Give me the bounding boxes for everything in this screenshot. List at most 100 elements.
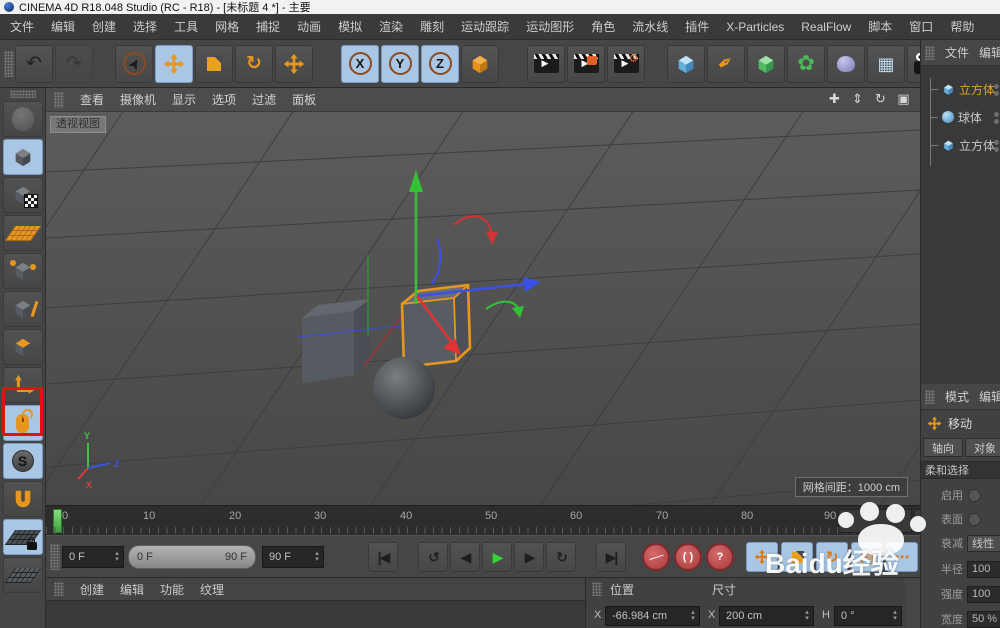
vp-menu-filter[interactable]: 过滤	[252, 91, 276, 108]
menu-create[interactable]: 创建	[92, 18, 116, 35]
vp-menu-options[interactable]: 选项	[212, 91, 236, 108]
falloff-dropdown[interactable]: 线性	[967, 535, 1000, 552]
enable-checkbox[interactable]	[968, 489, 981, 502]
material-grip[interactable]	[54, 582, 64, 596]
add-mograph-button[interactable]: ✿	[787, 45, 825, 83]
frame-range-slider[interactable]: 0 F 90 F	[128, 545, 256, 569]
last-tool-button[interactable]	[275, 45, 313, 83]
live-selection-button[interactable]: ➤	[115, 45, 153, 83]
dolly-view-icon[interactable]: ⇕	[849, 90, 866, 107]
add-primitive-button[interactable]	[667, 45, 705, 83]
om-menu-file[interactable]: 文件	[945, 44, 969, 61]
menu-tools[interactable]: 工具	[174, 18, 198, 35]
edge-mode-button[interactable]	[3, 291, 43, 327]
mat-menu-create[interactable]: 创建	[80, 581, 104, 598]
enable-snap-button[interactable]	[3, 481, 43, 517]
end-frame-field[interactable]: 90 F	[262, 546, 324, 568]
key-rotation-button[interactable]: ↻	[816, 542, 848, 572]
menu-edit[interactable]: 编辑	[51, 18, 75, 35]
end-frame-spinner[interactable]	[311, 547, 323, 567]
menu-xparticles[interactable]: X-Particles	[726, 20, 784, 34]
rotate-tool-button[interactable]: ↻	[235, 45, 273, 83]
add-deformer-button[interactable]	[827, 45, 865, 83]
menu-mesh[interactable]: 网格	[215, 18, 239, 35]
om-menu-edit[interactable]: 编辑	[979, 44, 1000, 61]
surface-checkbox[interactable]	[968, 513, 981, 526]
toggle-view-icon[interactable]: ▣	[895, 90, 912, 107]
scale-tool-button[interactable]	[195, 45, 233, 83]
soft-selection-section[interactable]: 柔和选择	[921, 461, 1000, 479]
vp-menu-display[interactable]: 显示	[172, 91, 196, 108]
radius-field[interactable]: 100	[967, 561, 1000, 578]
key-scale-button[interactable]	[781, 542, 813, 572]
transport-grip[interactable]	[50, 544, 60, 570]
key-parameter-button[interactable]: ▤	[851, 542, 883, 572]
mat-menu-texture[interactable]: 纹理	[200, 581, 224, 598]
add-floor-button[interactable]: ▦	[867, 45, 905, 83]
render-picture-viewer-button[interactable]	[567, 45, 605, 83]
play-button[interactable]: ▶	[482, 542, 512, 572]
viewport-grip[interactable]	[54, 92, 64, 108]
menu-script[interactable]: 脚本	[868, 18, 892, 35]
am-menu-mode[interactable]: 模式	[945, 388, 969, 405]
play-backwards-button[interactable]: ↺	[418, 542, 448, 572]
width-field[interactable]: 50 %	[967, 611, 1000, 628]
undo-button[interactable]: ↶	[15, 45, 53, 83]
key-position-button[interactable]	[746, 542, 778, 572]
size-x-spinner[interactable]	[801, 607, 813, 625]
goto-start-button[interactable]: |◀	[368, 542, 398, 572]
locked-workplane-button[interactable]	[3, 519, 43, 555]
tab-axis[interactable]: 轴向	[923, 438, 963, 457]
menu-pipeline[interactable]: 流水线	[632, 18, 668, 35]
attribute-manager-grip[interactable]	[925, 390, 935, 404]
lock-z-axis-button[interactable]: Z	[421, 45, 459, 83]
workplane-extra-button[interactable]	[3, 557, 43, 593]
render-settings-button[interactable]: ⚙	[607, 45, 645, 83]
object-row-cube2[interactable]: 立方体	[921, 134, 1000, 156]
sphere-object[interactable]	[373, 357, 435, 419]
loop-button[interactable]: ↻	[546, 542, 576, 572]
menu-simulate[interactable]: 模拟	[338, 18, 362, 35]
orbit-view-icon[interactable]: ↻	[872, 90, 889, 107]
menu-motion-tracker[interactable]: 运动跟踪	[461, 18, 509, 35]
position-x-field[interactable]: -66.984 cm	[605, 606, 700, 626]
object-row-sphere[interactable]: 球体	[921, 106, 1000, 128]
view-label[interactable]: 透视视图	[50, 116, 106, 133]
menu-sculpt[interactable]: 雕刻	[420, 18, 444, 35]
menu-animate[interactable]: 动画	[297, 18, 321, 35]
polygon-mode-button[interactable]	[3, 329, 43, 365]
lock-y-axis-button[interactable]: Y	[381, 45, 419, 83]
strength-field[interactable]: 100	[967, 586, 1000, 603]
cube-object-selected[interactable]	[402, 285, 470, 367]
points-mode-button[interactable]	[3, 253, 43, 289]
current-frame-spinner[interactable]	[111, 547, 123, 567]
autokey-button[interactable]: ( )	[674, 543, 702, 571]
next-frame-button[interactable]: ▶	[514, 542, 544, 572]
mat-menu-function[interactable]: 功能	[160, 581, 184, 598]
menu-help[interactable]: 帮助	[950, 18, 974, 35]
menu-select[interactable]: 选择	[133, 18, 157, 35]
vp-menu-camera[interactable]: 摄像机	[120, 91, 156, 108]
current-frame-field[interactable]: 0 F	[62, 546, 124, 568]
menu-plugins[interactable]: 插件	[685, 18, 709, 35]
record-keyframe-button[interactable]: ╱	[642, 543, 670, 571]
coordinates-grip[interactable]	[592, 582, 602, 596]
vp-menu-panel[interactable]: 面板	[292, 91, 316, 108]
snap-selection-button[interactable]: S	[3, 443, 43, 479]
key-pla-button[interactable]: ⋯	[886, 542, 918, 572]
keyframe-help-button[interactable]: ?	[706, 543, 734, 571]
texture-mode-button[interactable]	[3, 177, 43, 213]
menu-mograph[interactable]: 运动图形	[526, 18, 574, 35]
timeline-ruler[interactable]: 0 10 20 30 40 50 60 70 80 90	[46, 505, 920, 535]
model-mode-button[interactable]	[3, 139, 43, 175]
visibility-dots[interactable]	[994, 112, 999, 124]
position-x-spinner[interactable]	[687, 607, 699, 625]
vp-menu-view[interactable]: 查看	[80, 91, 104, 108]
rotation-h-spinner[interactable]	[889, 607, 901, 625]
add-subdivision-surface-button[interactable]	[747, 45, 785, 83]
menu-character[interactable]: 角色	[591, 18, 615, 35]
object-row-cube1[interactable]: 立方体	[921, 78, 1000, 100]
move-tool-button[interactable]	[155, 45, 193, 83]
previous-frame-button[interactable]: ◀	[450, 542, 480, 572]
am-menu-edit[interactable]: 编辑	[979, 388, 1000, 405]
